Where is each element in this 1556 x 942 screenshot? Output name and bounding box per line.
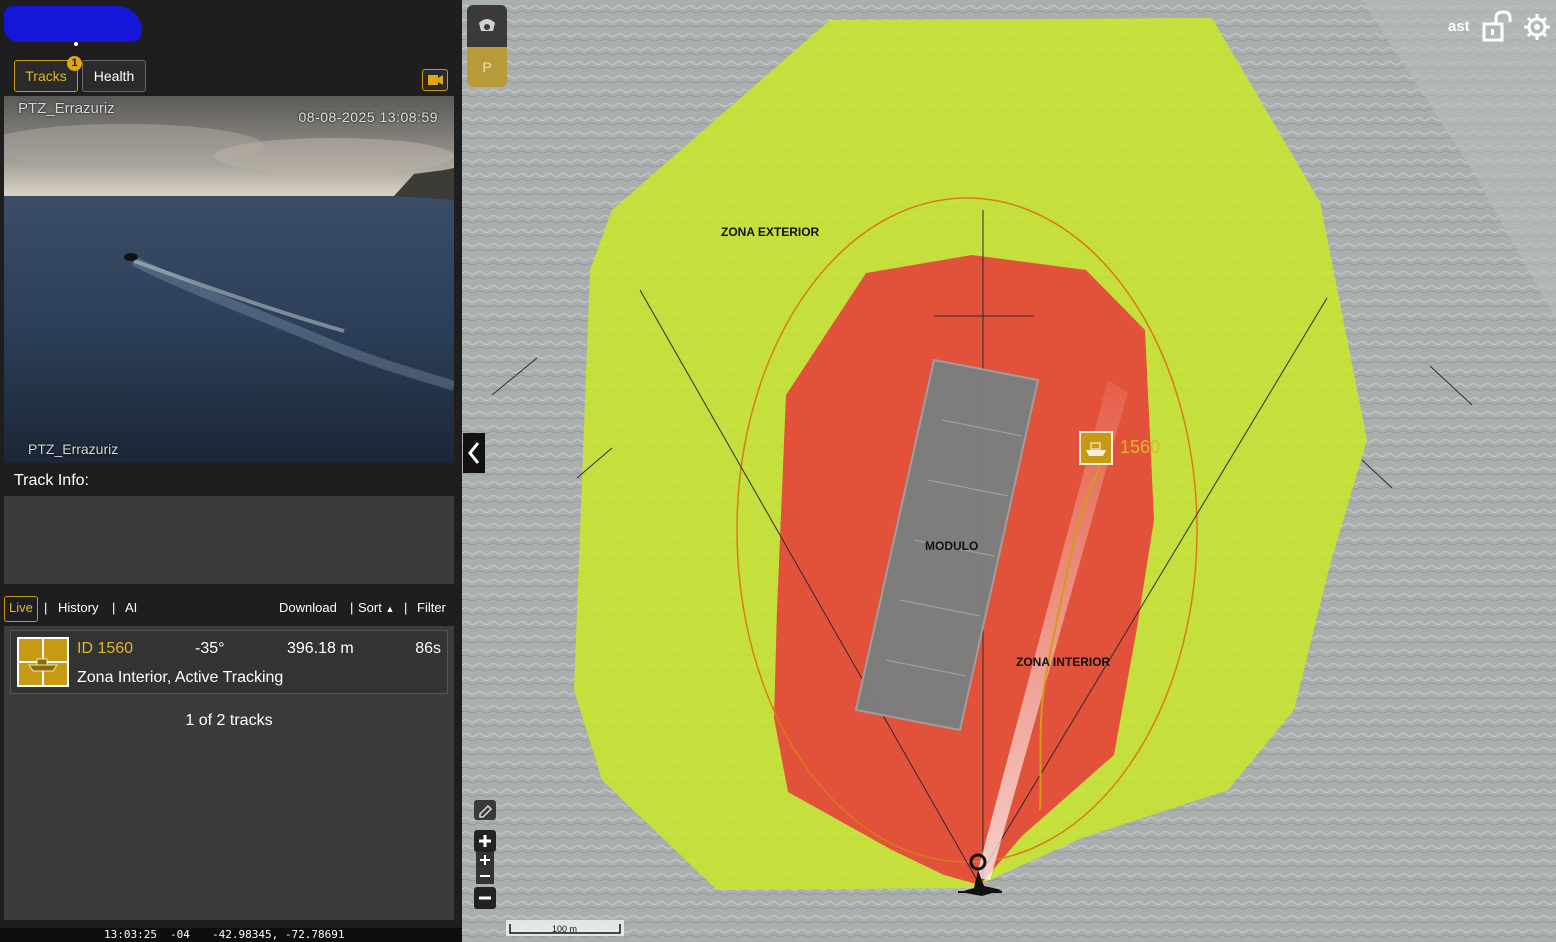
boat-icon	[1086, 450, 1106, 456]
lock-button[interactable]	[1482, 10, 1514, 44]
zoom-in-icon	[480, 855, 490, 865]
zoom-in-icon	[479, 835, 491, 847]
track-status: Zona Interior, Active Tracking	[77, 669, 284, 686]
logo-dot	[74, 42, 78, 46]
map-view[interactable]: 1560 ZONA EXTERIOR MODULO ZONA INTERIOR …	[462, 0, 1556, 942]
scale-label: 100 m	[552, 924, 577, 934]
cctv-icon	[479, 19, 495, 31]
boat-icon	[15, 635, 71, 689]
track-angle: -35°	[195, 640, 225, 657]
left-panel: Tracks 1 Health PTZ_Errazuriz 08-08-2025…	[0, 0, 462, 942]
sort-label: Sort	[358, 600, 382, 615]
lock-open-icon	[1482, 10, 1512, 42]
zone-inner-label: ZONA INTERIOR	[1016, 655, 1111, 669]
sort-button[interactable]: Sort ▲	[358, 596, 394, 620]
zoom-out-icon	[480, 875, 490, 877]
status-timezone: -04	[170, 928, 190, 941]
live-button[interactable]: Live	[4, 596, 38, 622]
track-info-label: Track Info:	[14, 472, 89, 489]
track-list: ID 1560 -35° 396.18 m 86s Zona Interior,…	[4, 626, 454, 920]
separator: |	[112, 600, 116, 615]
redacted-logo	[4, 6, 142, 42]
camera-toggle-button[interactable]	[422, 69, 448, 91]
track-label: 1560	[1120, 437, 1160, 457]
track-row[interactable]: ID 1560 -35° 396.18 m 86s Zona Interior,…	[10, 630, 448, 694]
sort-up-icon: ▲	[385, 604, 395, 614]
video-timestamp: 08-08-2025 13:08:59	[298, 109, 438, 125]
settings-button[interactable]	[1522, 12, 1552, 42]
separator: |	[350, 600, 354, 615]
gear-icon	[1524, 14, 1550, 40]
separator: |	[44, 600, 48, 615]
cctv-button[interactable]	[467, 5, 507, 47]
track-marker[interactable]	[1079, 431, 1113, 465]
status-bar: 13:03:25 -04 -42.98345, -72.78691	[0, 928, 462, 942]
track-age: 86s	[415, 640, 441, 657]
separator: |	[404, 600, 408, 615]
history-button[interactable]: History	[58, 596, 98, 620]
download-button[interactable]: Download	[279, 596, 337, 620]
track-toolbar: Live | History | AI Download | Sort ▲ | …	[4, 596, 454, 622]
camera-name-bottom: PTZ_Errazuriz	[28, 441, 119, 457]
track-id: ID 1560	[77, 640, 134, 657]
camera-name-top: PTZ_Errazuriz	[18, 100, 115, 117]
parking-button[interactable]: P	[467, 47, 507, 87]
user-label[interactable]: ast	[1448, 18, 1470, 35]
tracks-count: 1 of 2 tracks	[185, 712, 273, 729]
track-distance: 396.18 m	[287, 640, 354, 657]
chevron-left-icon	[468, 442, 480, 464]
video-feed[interactable]: PTZ_Errazuriz 08-08-2025 13:08:59 PTZ_Er…	[4, 96, 454, 463]
ai-button[interactable]: AI	[125, 596, 137, 620]
parking-icon: P	[482, 59, 492, 75]
zoom-out-button[interactable]	[474, 887, 496, 909]
collapse-panel-button[interactable]	[463, 433, 485, 473]
status-time: 13:03:25	[104, 928, 157, 941]
zoom-out-small-button[interactable]	[476, 868, 494, 884]
zoom-in-button[interactable]	[474, 830, 496, 852]
edit-button[interactable]	[474, 800, 496, 820]
camera-icon	[428, 75, 443, 85]
status-coords: -42.98345, -72.78691	[212, 928, 345, 941]
zoom-out-icon	[479, 896, 491, 900]
edit-icon	[479, 804, 493, 818]
tab-health[interactable]: Health	[82, 60, 146, 92]
tracks-badge: 1	[67, 56, 82, 71]
filter-button[interactable]: Filter	[417, 596, 446, 620]
zone-outer-label: ZONA EXTERIOR	[721, 225, 820, 239]
zoom-in-small-button[interactable]	[476, 852, 494, 868]
track-info-box	[4, 496, 454, 584]
module-label: MODULO	[925, 539, 978, 553]
